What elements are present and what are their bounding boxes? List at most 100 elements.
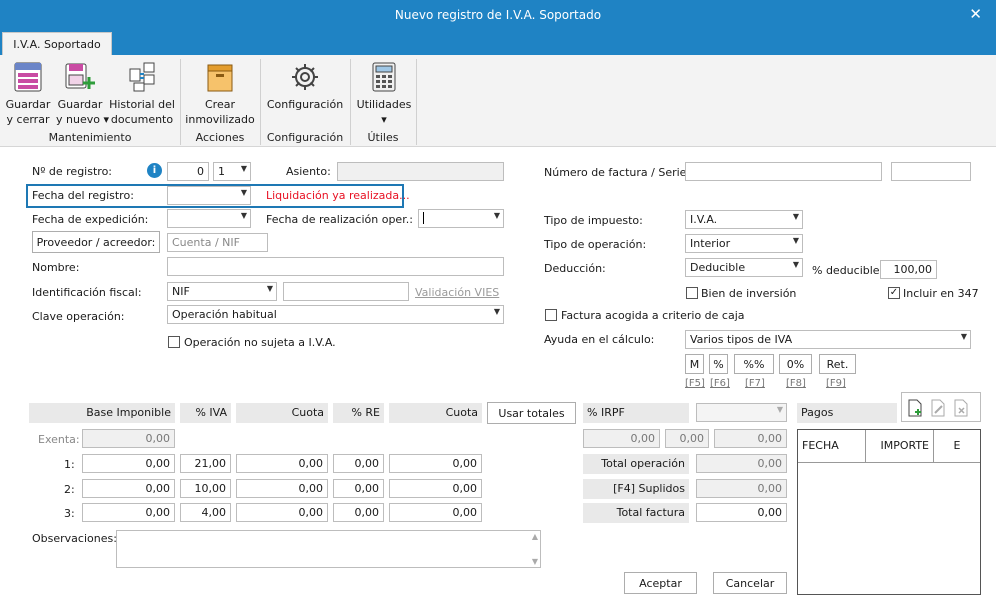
irpf-dropdown[interactable]: ▼ <box>696 403 787 422</box>
close-icon[interactable]: ✕ <box>969 5 982 23</box>
criterio-caja-checkbox[interactable] <box>545 309 557 321</box>
ribbon-separator <box>416 59 417 145</box>
num-registro-serie-dropdown[interactable]: 1 ▼ <box>213 162 251 181</box>
chevron-down-icon: ▼ <box>792 260 799 269</box>
serie-factura-input[interactable] <box>891 162 971 181</box>
row-1-label: 1: <box>64 458 75 471</box>
gear-icon <box>292 64 318 90</box>
exenta-input: 0,00 <box>82 429 175 448</box>
pct-re-2-input[interactable]: 0,00 <box>333 479 384 498</box>
validacion-vies-link[interactable]: Validación VIES <box>415 286 499 299</box>
group-configuracion: Configuración <box>266 131 344 144</box>
irpf-pct-input: 0,00 <box>665 429 709 448</box>
f6-key-label: [F6] <box>710 378 730 389</box>
pct-re-3-input[interactable]: 0,00 <box>333 503 384 522</box>
f5-key-label: [F5] <box>685 378 705 389</box>
save-close-icon <box>14 62 42 92</box>
col-pct-iva: % IVA <box>180 403 231 423</box>
cuota-iva-1-input[interactable]: 0,00 <box>236 454 328 473</box>
num-registro-input[interactable]: 0 <box>167 162 209 181</box>
total-factura-value: 0,00 <box>696 503 787 522</box>
calc-pct-button[interactable]: % <box>709 354 728 374</box>
pct-iva-3-input[interactable]: 4,00 <box>180 503 231 522</box>
base-imponible-1-input[interactable]: 0,00 <box>82 454 175 473</box>
configuracion-button[interactable]: Configuración <box>264 61 346 112</box>
fecha-expedicion-label: Fecha de expedición: <box>32 213 149 226</box>
pct-iva-2-input[interactable]: 10,00 <box>180 479 231 498</box>
cuota-re-2-input[interactable]: 0,00 <box>389 479 482 498</box>
fecha-realizacion-dropdown[interactable]: ▼ <box>418 209 504 228</box>
info-icon[interactable]: i <box>147 163 162 178</box>
cuota-iva-3-input[interactable]: 0,00 <box>236 503 328 522</box>
cuota-iva-2-input[interactable]: 0,00 <box>236 479 328 498</box>
nombre-input[interactable] <box>167 257 504 276</box>
chevron-down-icon: ▼ <box>960 332 967 341</box>
total-operacion-label: Total operación <box>583 454 689 474</box>
crear-inmovilizado-button[interactable]: Crear inmovilizado <box>184 61 256 127</box>
scroll-up-icon[interactable]: ▲ <box>532 532 538 541</box>
pagos-table[interactable]: FECHA IMPORTE E <box>797 429 981 595</box>
pct-iva-1-input[interactable]: 21,00 <box>180 454 231 473</box>
chevron-down-icon: ▼ <box>240 188 247 197</box>
cuota-re-1-input[interactable]: 0,00 <box>389 454 482 473</box>
calc-pctpct-button[interactable]: %% <box>734 354 774 374</box>
calc-ret-button[interactable]: Ret. <box>819 354 856 374</box>
deduccion-dropdown[interactable]: Deducible ▼ <box>685 258 803 277</box>
clave-operacion-dropdown[interactable]: Operación habitual ▼ <box>167 305 504 324</box>
new-doc-icon[interactable] <box>907 399 923 417</box>
cuenta-nif-input[interactable]: Cuenta / NIF <box>167 233 268 252</box>
guardar-cerrar-button[interactable]: Guardar y cerrar <box>4 61 52 127</box>
proveedor-acreedor-button[interactable]: Proveedor / acreedor: <box>32 231 160 253</box>
aceptar-button[interactable]: Aceptar <box>624 572 697 594</box>
no-sujeta-checkbox[interactable] <box>168 336 180 348</box>
tipo-operacion-dropdown[interactable]: Interior ▼ <box>685 234 803 253</box>
incluir-347-checkbox[interactable]: ✓ <box>888 287 900 299</box>
pct-deducible-input[interactable]: 100,00 <box>880 260 937 279</box>
base-imponible-3-input[interactable]: 0,00 <box>82 503 175 522</box>
chevron-down-icon: ▼ <box>792 236 799 245</box>
tipo-operacion-value: Interior <box>690 237 731 250</box>
pagos-col-e[interactable]: E <box>934 430 980 463</box>
scroll-down-icon[interactable]: ▼ <box>532 557 538 566</box>
bien-inversion-checkbox[interactable] <box>686 287 698 299</box>
calc-m-button[interactable]: M <box>685 354 704 374</box>
observaciones-textarea[interactable]: ▲ ▼ <box>116 530 541 568</box>
calc-zero-button[interactable]: 0% <box>779 354 812 374</box>
fecha-expedicion-dropdown[interactable]: ▼ <box>167 209 251 228</box>
tab-iva-soportado[interactable]: I.V.A. Soportado <box>2 32 112 55</box>
irpf-cuota-input: 0,00 <box>714 429 787 448</box>
guardar-nuevo-button[interactable]: Guardar y nuevo ▾ <box>56 61 109 127</box>
chevron-down-icon: ▼ <box>776 405 783 414</box>
clave-operacion-label: Clave operación: <box>32 310 125 323</box>
ayuda-calculo-label: Ayuda en el cálculo: <box>544 333 655 346</box>
ayuda-calculo-dropdown[interactable]: Varios tipos de IVA ▼ <box>685 330 971 349</box>
tab-strip: I.V.A. Soportado <box>0 30 996 55</box>
pct-deducible-label: % deducible: <box>812 264 884 277</box>
tipo-impuesto-dropdown[interactable]: I.V.A. ▼ <box>685 210 803 229</box>
fecha-registro-dropdown[interactable]: ▼ <box>167 186 251 205</box>
pct-re-1-input[interactable]: 0,00 <box>333 454 384 473</box>
bien-inversion-label: Bien de inversión <box>701 287 797 300</box>
usar-totales-button[interactable]: Usar totales <box>487 402 576 424</box>
chevron-down-icon: ▼ <box>240 164 247 173</box>
cancelar-button[interactable]: Cancelar <box>713 572 787 594</box>
pagos-col-importe[interactable]: IMPORTE <box>866 430 934 463</box>
no-sujeta-label: Operación no sujeta a I.V.A. <box>184 336 336 349</box>
tipo-operacion-label: Tipo de operación: <box>544 238 647 251</box>
identificacion-dropdown[interactable]: NIF ▼ <box>167 282 277 301</box>
pagos-col-fecha[interactable]: FECHA <box>798 430 866 463</box>
num-factura-input[interactable] <box>685 162 882 181</box>
historial-button[interactable]: Historial del documento <box>108 61 176 127</box>
base-imponible-2-input[interactable]: 0,00 <box>82 479 175 498</box>
chevron-down-icon: ▼ <box>792 212 799 221</box>
col-cuota-re: Cuota <box>389 403 482 423</box>
history-icon <box>129 62 155 92</box>
utilidades-button[interactable]: Utilidades ▾ <box>354 61 414 127</box>
edit-doc-icon[interactable] <box>930 399 946 417</box>
cuota-re-3-input[interactable]: 0,00 <box>389 503 482 522</box>
nif-input[interactable] <box>283 282 409 301</box>
incluir-347-label: Incluir en 347 <box>903 287 979 300</box>
box-icon <box>207 64 233 92</box>
delete-doc-icon[interactable] <box>953 399 969 417</box>
configuracion-label: Configuración <box>266 98 344 111</box>
